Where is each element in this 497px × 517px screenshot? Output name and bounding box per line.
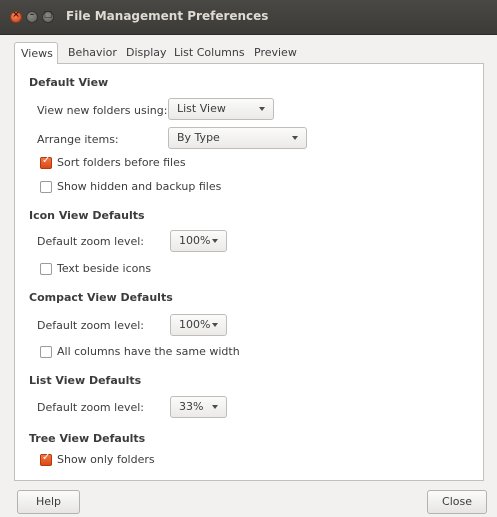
maximize-icon: □ [43,10,53,20]
text-beside-icons-label[interactable]: Text beside icons [57,262,151,275]
text-beside-icons-checkbox[interactable] [40,263,52,275]
compact-view-zoom-value: 100% [179,318,211,331]
close-button[interactable]: Close [427,490,487,514]
arrange-items-label: Arrange items: [37,133,119,146]
icon-view-zoom-label: Default zoom level: [37,235,144,248]
show-only-folders-label[interactable]: Show only folders [57,453,155,466]
list-view-heading: List View Defaults [29,374,142,387]
arrange-items-value: By Type [177,131,220,144]
help-button[interactable]: Help [17,490,80,514]
list-view-zoom-dropdown[interactable]: 33% [170,396,227,418]
chevron-down-icon [212,405,218,409]
checkmark-icon: ✓ [42,155,51,166]
list-view-zoom-label: Default zoom level: [37,401,144,414]
views-tab-panel: Default View View new folders using: Lis… [14,63,484,481]
view-new-folders-value: List View [177,102,226,115]
tree-view-heading: Tree View Defaults [29,432,146,445]
show-only-folders-checkbox[interactable]: ✓ [40,452,52,466]
minimize-icon: – [29,10,35,20]
tab-display[interactable]: Display [126,42,167,64]
window-close-button[interactable]: × [10,10,22,23]
view-new-folders-label: View new folders using: [37,104,168,117]
sort-folders-checkbox[interactable]: ✓ [40,155,52,169]
chevron-down-icon [292,136,298,140]
tab-views[interactable]: Views [14,42,58,64]
icon-view-zoom-value: 100% [179,234,211,247]
show-hidden-label[interactable]: Show hidden and backup files [57,180,221,193]
window-minimize-button[interactable]: – [26,10,38,23]
compact-view-heading: Compact View Defaults [29,291,173,304]
arrange-items-dropdown[interactable]: By Type [168,127,307,149]
default-view-heading: Default View [29,76,109,89]
same-width-checkbox[interactable] [40,346,52,358]
checkmark-icon: ✓ [42,452,51,463]
list-view-zoom-value: 33% [179,400,204,413]
close-icon: × [12,10,20,20]
title-bar: × – □ File Management Preferences [0,0,497,35]
tab-preview[interactable]: Preview [254,42,297,64]
tab-list-columns[interactable]: List Columns [174,42,245,64]
view-new-folders-dropdown[interactable]: List View [168,98,274,120]
same-width-label[interactable]: All columns have the same width [57,345,240,358]
tab-behavior[interactable]: Behavior [68,42,117,64]
icon-view-zoom-dropdown[interactable]: 100% [170,230,227,252]
chevron-down-icon [212,323,218,327]
show-hidden-checkbox[interactable] [40,181,52,193]
chevron-down-icon [212,239,218,243]
window-title: File Management Preferences [66,9,269,23]
compact-view-zoom-label: Default zoom level: [37,319,144,332]
compact-view-zoom-dropdown[interactable]: 100% [170,314,227,336]
icon-view-heading: Icon View Defaults [29,209,145,222]
sort-folders-label[interactable]: Sort folders before files [57,156,186,169]
window-maximize-button[interactable]: □ [42,10,54,23]
chevron-down-icon [259,107,265,111]
